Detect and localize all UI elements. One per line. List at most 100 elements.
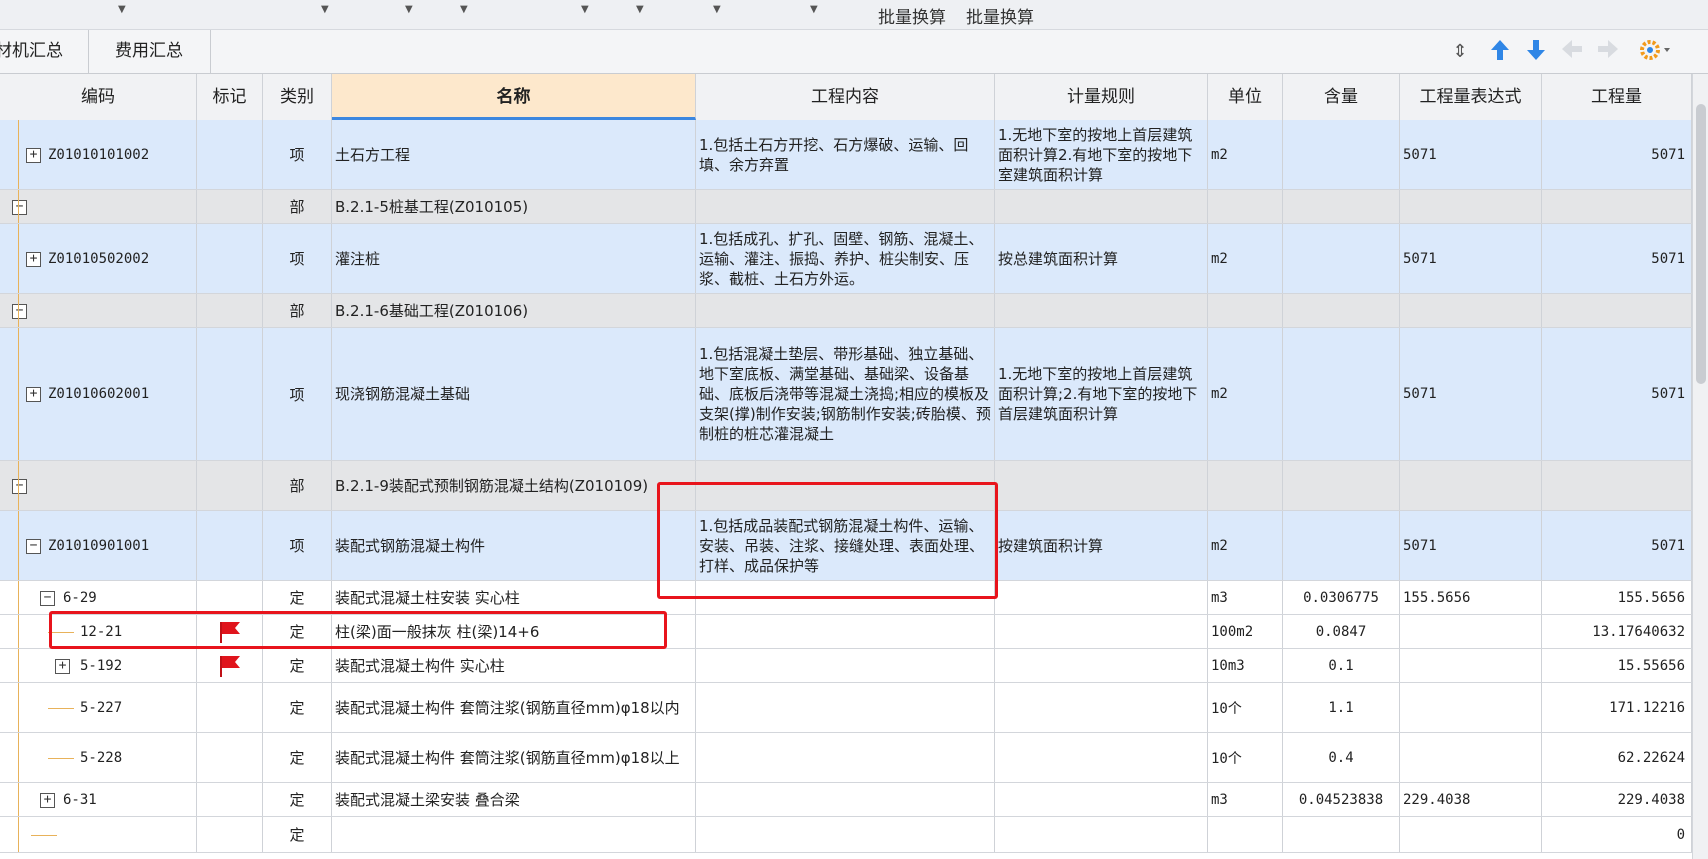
cell-name[interactable]: 装配式混凝土梁安装 叠合梁	[332, 783, 696, 816]
cell-name[interactable]: 土石方工程	[332, 120, 696, 189]
cell-rule[interactable]	[995, 581, 1208, 614]
column-header-amount[interactable]: 工程量	[1542, 74, 1692, 120]
arrow-left-icon[interactable]	[1558, 38, 1586, 66]
cell-cat[interactable]: 项	[263, 328, 332, 460]
cell-cat[interactable]: 定	[263, 649, 332, 682]
dropdown-caret-icon[interactable]: ▼	[321, 4, 329, 15]
cell-qty[interactable]	[1283, 817, 1400, 852]
cell-name[interactable]	[332, 817, 696, 852]
cell-cat[interactable]: 项	[263, 224, 332, 293]
cell-unit[interactable]: m2	[1208, 224, 1283, 293]
cell-unit[interactable]: m2	[1208, 328, 1283, 460]
cell-rule[interactable]	[995, 190, 1208, 223]
cell-amount[interactable]: 13.17640632	[1542, 615, 1692, 648]
batch-convert-button[interactable]: 批量换算	[878, 3, 946, 28]
column-header-qty[interactable]: 含量	[1283, 74, 1400, 120]
cell-mark[interactable]	[197, 683, 263, 732]
cell-rule[interactable]: 1.无地下室的按地上首层建筑面积计算;2.有地下室的按地下首层建筑面积计算	[995, 328, 1208, 460]
cell-cat[interactable]: 定	[263, 733, 332, 782]
cell-code[interactable]: + Z01010101002	[0, 120, 197, 189]
collapse-tree-icon[interactable]: −	[12, 303, 27, 319]
cell-code[interactable]	[0, 817, 197, 852]
cell-qty[interactable]: 0.0847	[1283, 615, 1400, 648]
cell-qty[interactable]	[1283, 120, 1400, 189]
batch-convert-button-2[interactable]: 批量换算	[966, 3, 1034, 28]
cell-unit[interactable]: 10个	[1208, 733, 1283, 782]
cell-cat[interactable]: 定	[263, 783, 332, 816]
cell-content[interactable]	[696, 683, 995, 732]
column-header-code[interactable]: 编码	[0, 74, 197, 120]
cell-code[interactable]: 5-228	[0, 733, 197, 782]
cell-code[interactable]: −6-29	[0, 581, 197, 614]
cell-expr[interactable]	[1400, 294, 1542, 327]
cell-code[interactable]: +6-31	[0, 783, 197, 816]
cell-mark[interactable]	[197, 581, 263, 614]
cell-unit[interactable]	[1208, 190, 1283, 223]
cell-code[interactable]: +5-192	[0, 649, 197, 682]
cell-qty[interactable]	[1283, 294, 1400, 327]
vertical-scrollbar[interactable]	[1692, 74, 1708, 859]
dropdown-caret-icon[interactable]: ▼	[810, 4, 818, 15]
cell-qty[interactable]: 1.1	[1283, 683, 1400, 732]
cell-amount[interactable]: 229.4038	[1542, 783, 1692, 816]
cell-cat[interactable]: 定	[263, 817, 332, 852]
settings-gear-icon[interactable]	[1638, 38, 1670, 66]
cell-amount[interactable]: 15.55656	[1542, 649, 1692, 682]
cell-rule[interactable]	[995, 733, 1208, 782]
collapse-tree-icon[interactable]: −	[40, 590, 55, 606]
cell-expr[interactable]: 5071	[1400, 511, 1542, 580]
cell-qty[interactable]: 0.1	[1283, 649, 1400, 682]
cell-mark[interactable]	[197, 511, 263, 580]
cell-code[interactable]: −	[0, 190, 197, 223]
tab-fee-summary[interactable]: 费用汇总	[88, 30, 211, 73]
cell-code[interactable]: −	[0, 461, 197, 510]
table-row[interactable]: 5-228 定 装配式混凝土构件 套筒注浆(钢筋直径mm)φ18以上 10个 0.4 62…	[0, 733, 1692, 783]
cell-cat[interactable]: 部	[263, 294, 332, 327]
cell-expr[interactable]: 5071	[1400, 224, 1542, 293]
scrollbar-thumb[interactable]	[1696, 104, 1706, 384]
cell-qty[interactable]: 0.4	[1283, 733, 1400, 782]
cell-qty[interactable]	[1283, 511, 1400, 580]
cell-amount[interactable]: 5071	[1542, 328, 1692, 460]
cell-qty[interactable]	[1283, 190, 1400, 223]
cell-rule[interactable]	[995, 461, 1208, 510]
cell-content[interactable]: 1.包括土石方开挖、石方爆破、运输、回填、余方弃置	[696, 120, 995, 189]
cell-amount[interactable]: 5071	[1542, 224, 1692, 293]
cell-content[interactable]	[696, 733, 995, 782]
collapse-icon[interactable]: ⇕	[1446, 38, 1474, 66]
column-header-mark[interactable]: 标记	[197, 74, 263, 120]
cell-cat[interactable]: 项	[263, 511, 332, 580]
cell-mark[interactable]	[197, 294, 263, 327]
cell-rule[interactable]	[995, 817, 1208, 852]
cell-code[interactable]: 5-227	[0, 683, 197, 732]
cell-rule[interactable]	[995, 615, 1208, 648]
cell-unit[interactable]: m2	[1208, 120, 1283, 189]
cell-expr[interactable]	[1400, 461, 1542, 510]
cell-unit[interactable]	[1208, 817, 1283, 852]
cell-amount[interactable]: 62.22624	[1542, 733, 1692, 782]
dropdown-caret-icon[interactable]: ▼	[636, 4, 644, 15]
cell-code[interactable]: −	[0, 294, 197, 327]
cell-amount[interactable]: 155.5656	[1542, 581, 1692, 614]
cell-amount[interactable]: 5071	[1542, 511, 1692, 580]
cell-content[interactable]	[696, 783, 995, 816]
cell-content[interactable]	[696, 649, 995, 682]
cell-content[interactable]	[696, 190, 995, 223]
dropdown-caret-icon[interactable]: ▼	[405, 4, 413, 15]
collapse-tree-icon[interactable]: −	[26, 538, 41, 554]
cell-name[interactable]: 装配式混凝土柱安装 实心柱	[332, 581, 696, 614]
cell-content[interactable]	[696, 817, 995, 852]
cell-name[interactable]: B.2.1-6基础工程(Z010106)	[332, 294, 696, 327]
arrow-right-icon[interactable]	[1594, 38, 1622, 66]
cell-name[interactable]: 装配式混凝土构件 套筒注浆(钢筋直径mm)φ18以上	[332, 733, 696, 782]
expand-icon[interactable]: +	[40, 792, 55, 808]
cell-cat[interactable]: 项	[263, 120, 332, 189]
column-header-rule[interactable]: 计量规则	[995, 74, 1208, 120]
expand-icon[interactable]: +	[26, 387, 41, 402]
column-header-content[interactable]: 工程内容	[696, 74, 995, 120]
cell-expr[interactable]	[1400, 190, 1542, 223]
cell-expr[interactable]	[1400, 733, 1542, 782]
arrow-down-icon[interactable]	[1522, 38, 1550, 66]
cell-code[interactable]: + Z01010502002	[0, 224, 197, 293]
cell-code[interactable]: − Z01010901001	[0, 511, 197, 580]
